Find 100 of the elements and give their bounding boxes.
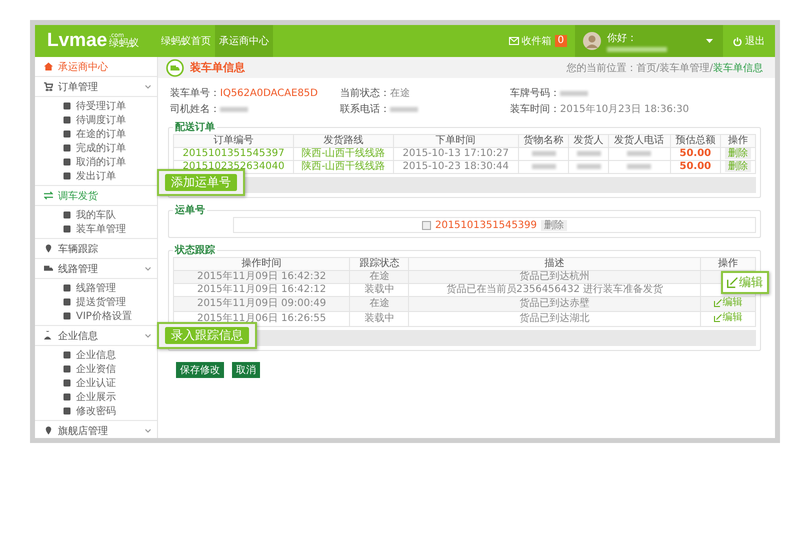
delete-button[interactable]: 删除 (540, 220, 567, 230)
cell-text: 2015-10-13 17:10:27 (402, 148, 509, 159)
sidebar-subitem[interactable]: 企业资信 (63, 362, 157, 376)
sidebar-subitem[interactable]: 企业展示 (63, 390, 157, 404)
sidebar-label: 调车发货 (58, 190, 99, 202)
sidebar-subitem[interactable]: 待调度订单 (63, 113, 157, 127)
square-icon (63, 102, 71, 110)
arrows-icon (44, 191, 53, 200)
square-icon (63, 130, 71, 138)
logo-subtitle: 绿蚂蚁 (109, 39, 140, 49)
pin-icon (44, 426, 53, 435)
sidebar-subitem[interactable]: 完成的订单 (63, 141, 157, 155)
square-icon (63, 351, 71, 359)
column-header: 操作 (720, 134, 756, 148)
breadcrumb-link[interactable]: 装车单信息 (713, 60, 763, 74)
edit-icon (714, 299, 722, 307)
cell-text: 50.00 (679, 148, 712, 159)
sidebar-item[interactable]: 线路管理 (35, 259, 157, 279)
cell-text: 2015101351545397 (182, 148, 284, 159)
sidebar-subitem[interactable]: 提送货管理 (63, 295, 157, 309)
sidebar-subitem[interactable]: 发出订单 (63, 169, 157, 183)
field-value: IQ562A0DACAE85D (220, 88, 318, 98)
form-button[interactable]: 取消 (232, 362, 260, 378)
sidebar-subitem[interactable]: 待受理订单 (63, 99, 157, 113)
field-label: 司机姓名： (170, 102, 220, 116)
home-icon (44, 62, 53, 71)
sidebar-item[interactable]: 订单管理 (35, 77, 157, 97)
table-cell: 货品已到达杭州 (408, 270, 700, 284)
field-label: 联系电话： (340, 102, 390, 116)
caret-icon (706, 39, 713, 43)
avatar-icon (583, 32, 601, 50)
table-cell: 2015年11月09日 09:00:49 (174, 296, 350, 312)
square-icon (63, 144, 71, 152)
sidebar-item[interactable]: 调车发货 (35, 186, 157, 206)
checkbox[interactable] (422, 220, 432, 230)
square-icon (63, 284, 71, 292)
sidebar-item[interactable]: 车辆跟踪 (35, 239, 157, 259)
table-cell: 装载中 (350, 312, 409, 326)
redacted-text (627, 164, 652, 169)
square-icon (63, 379, 71, 387)
page-title: 装车单信息 (190, 60, 245, 75)
table-cell: 在途 (350, 270, 409, 284)
table-cell: 货品已到达赤壁 (408, 296, 700, 312)
table-cell: 在途 (350, 296, 409, 312)
sidebar-subitem[interactable]: 取消的订单 (63, 155, 157, 169)
waybill-number: 2015101351545399 (435, 220, 537, 230)
column-header: 发货人 (568, 134, 608, 148)
square-icon (63, 116, 71, 124)
column-header: 货物名称 (518, 134, 569, 148)
redacted-text (576, 164, 601, 169)
column-header: 跟踪状态 (350, 258, 409, 270)
square-icon (63, 393, 71, 401)
breadcrumb-path: 您的当前位置：首页/装车单管理/ (566, 62, 713, 74)
sidebar-item[interactable]: 承运商中心 (35, 57, 157, 77)
square-icon (63, 211, 71, 219)
redacted-text (532, 164, 556, 169)
sidebar-label: 车辆跟踪 (58, 242, 99, 256)
sidebar-subitem[interactable]: 我的车队 (63, 208, 157, 222)
mail-icon (508, 37, 519, 45)
column-header: 发货路线 (294, 134, 394, 148)
column-header: 描述 (408, 258, 700, 270)
redacted-text (607, 46, 667, 52)
cell-text: 陕西-山西干线线路 (302, 161, 386, 172)
inbox-count: 0 (554, 35, 567, 47)
sidebar-subitem[interactable]: VIP价格设置 (63, 309, 157, 323)
sidebar-item[interactable]: 旗舰店管理 (35, 421, 157, 438)
truck-icon (44, 264, 53, 273)
sidebar-label: 承运商中心 (58, 60, 109, 74)
column-header: 订单编号 (174, 134, 294, 148)
edit-icon (727, 277, 738, 288)
redacted-text (576, 151, 601, 156)
field-label: 装车时间： (510, 102, 560, 116)
column-header: 发货人电话 (608, 134, 670, 148)
cell-text: 2015-10-23 18:30:44 (402, 161, 509, 172)
square-icon (63, 365, 71, 373)
cell-text: 50.00 (679, 161, 712, 172)
square-icon (63, 158, 71, 166)
column-header: 操作 (700, 258, 756, 270)
section-title: 配送订单 (174, 120, 216, 134)
column-header: 预估总额 (670, 134, 721, 148)
field-label: 当前状态： (340, 86, 390, 100)
sidebar-label: 线路管理 (58, 262, 99, 276)
form-button[interactable]: 保存修改 (176, 362, 224, 378)
square-icon (63, 225, 71, 233)
section-title: 运单号 (174, 204, 206, 217)
truck-icon (166, 58, 184, 76)
table-cell: 2015年11月09日 16:42:32 (174, 270, 350, 284)
sidebar-subitem[interactable]: 线路管理 (63, 281, 157, 295)
sidebar-subitem[interactable]: 修改密码 (63, 404, 157, 418)
pin-icon (44, 244, 53, 253)
table-cell: 货品已到达湖北 (408, 312, 700, 326)
greeting-text: 你好： (607, 32, 638, 44)
sidebar-subitem[interactable]: 企业认证 (63, 376, 157, 390)
edit-icon (714, 314, 722, 322)
sidebar-subitem[interactable]: 在途的订单 (63, 127, 157, 141)
field-value: 2015年10月23日 18:36:30 (560, 103, 689, 116)
sidebar-label: 旗舰店管理 (58, 424, 109, 438)
field-label: 装车单号： (170, 86, 220, 100)
sidebar-subitem[interactable]: 企业信息 (63, 348, 157, 362)
sidebar-subitem[interactable]: 装车单管理 (63, 222, 157, 236)
